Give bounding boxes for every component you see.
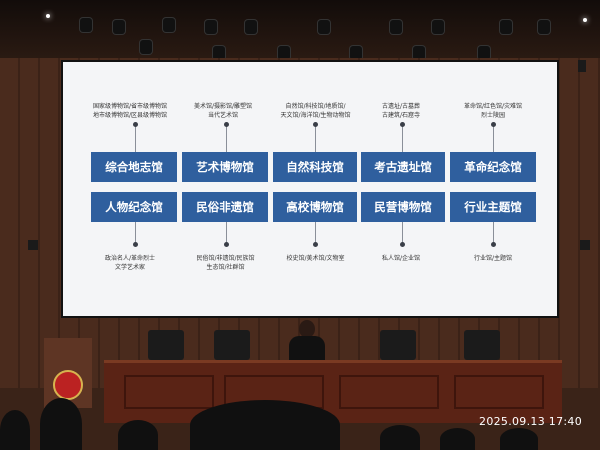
note-top-3: 自然馆/科技馆/地质馆/ 天文馆/海洋馆/生物动物馆 bbox=[280, 103, 351, 119]
chair bbox=[148, 330, 184, 360]
spotlight bbox=[80, 18, 92, 32]
category-box: 民俗非遗馆 bbox=[182, 192, 268, 222]
connector-dot bbox=[313, 122, 318, 127]
university-emblem bbox=[53, 370, 83, 400]
note-bottom-2: 民俗馆/非遗馆/民族馆 生态馆/社群馆 bbox=[196, 255, 255, 271]
connector bbox=[402, 124, 403, 152]
connector bbox=[493, 222, 494, 244]
category-box: 民营博物馆 bbox=[361, 192, 445, 222]
connector bbox=[402, 222, 403, 244]
category-box: 高校博物馆 bbox=[273, 192, 357, 222]
audience-head bbox=[190, 400, 340, 450]
spotlight bbox=[432, 20, 444, 34]
connector-dot bbox=[313, 242, 318, 247]
spotlight bbox=[318, 20, 330, 34]
wall-speaker bbox=[28, 240, 38, 250]
connector-dot bbox=[224, 122, 229, 127]
audience-head bbox=[440, 428, 475, 450]
spotlight bbox=[205, 20, 217, 34]
note-bottom-1: 政治名人/革命烈士 文学艺术家 bbox=[104, 255, 156, 271]
stage-panel bbox=[454, 375, 544, 409]
note-bottom-5: 行业馆/主题馆 bbox=[473, 255, 513, 262]
category-box: 综合地志馆 bbox=[91, 152, 177, 182]
connector-dot bbox=[400, 242, 405, 247]
category-box: 行业主题馆 bbox=[450, 192, 536, 222]
wall-camera bbox=[578, 60, 586, 72]
spotlight bbox=[538, 20, 550, 34]
connector bbox=[135, 124, 136, 152]
connector bbox=[315, 124, 316, 152]
audience-head bbox=[40, 398, 82, 450]
category-box: 考古遗址馆 bbox=[361, 152, 445, 182]
category-box: 艺术博物馆 bbox=[182, 152, 268, 182]
chair bbox=[214, 330, 250, 360]
ceiling-light bbox=[46, 14, 50, 18]
connector bbox=[226, 124, 227, 152]
wall-speaker bbox=[580, 240, 590, 250]
category-box: 革命纪念馆 bbox=[450, 152, 536, 182]
connector-dot bbox=[224, 242, 229, 247]
connector-dot bbox=[133, 122, 138, 127]
connector-dot bbox=[133, 242, 138, 247]
connector-dot bbox=[491, 242, 496, 247]
chair bbox=[464, 330, 500, 360]
connector bbox=[493, 124, 494, 152]
note-bottom-4: 私人馆/企业馆 bbox=[381, 255, 421, 262]
photo-timestamp: 2025.09.13 17:40 bbox=[479, 415, 582, 428]
projection-screen: 国家级博物馆/省市级博物馆 地市级博物馆/区县级博物馆 美术馆/摄影馆/雕塑馆 … bbox=[61, 60, 559, 318]
connector-dot bbox=[400, 122, 405, 127]
category-box: 自然科技馆 bbox=[273, 152, 357, 182]
spotlight bbox=[140, 40, 152, 54]
note-top-5: 革命馆/红色馆/灾难馆 烈士陵园 bbox=[463, 103, 523, 119]
connector-dot bbox=[491, 122, 496, 127]
spotlight bbox=[390, 20, 402, 34]
connector bbox=[315, 222, 316, 244]
stage-panel bbox=[339, 375, 439, 409]
audience-head bbox=[500, 428, 538, 450]
note-top-1: 国家级博物馆/省市级博物馆 地市级博物馆/区县级博物馆 bbox=[92, 103, 168, 119]
connector bbox=[135, 222, 136, 244]
chair bbox=[380, 330, 416, 360]
spotlight bbox=[500, 20, 512, 34]
audience-head bbox=[0, 410, 30, 450]
note-top-2: 美术馆/摄影馆/雕塑馆 当代艺术馆 bbox=[193, 103, 253, 119]
spotlight bbox=[163, 18, 175, 32]
speaker-person bbox=[287, 320, 327, 362]
note-top-4: 古遗址/古墓葬 古建筑/石窟寺 bbox=[381, 103, 421, 119]
ceiling-light bbox=[583, 18, 587, 22]
stage-panel bbox=[124, 375, 214, 409]
spotlight bbox=[113, 20, 125, 34]
audience-head bbox=[118, 420, 158, 450]
audience-head bbox=[380, 425, 420, 450]
category-box: 人物纪念馆 bbox=[91, 192, 177, 222]
connector bbox=[226, 222, 227, 244]
note-bottom-3: 校史馆/美术馆/文物室 bbox=[286, 255, 345, 262]
spotlight bbox=[245, 20, 257, 34]
